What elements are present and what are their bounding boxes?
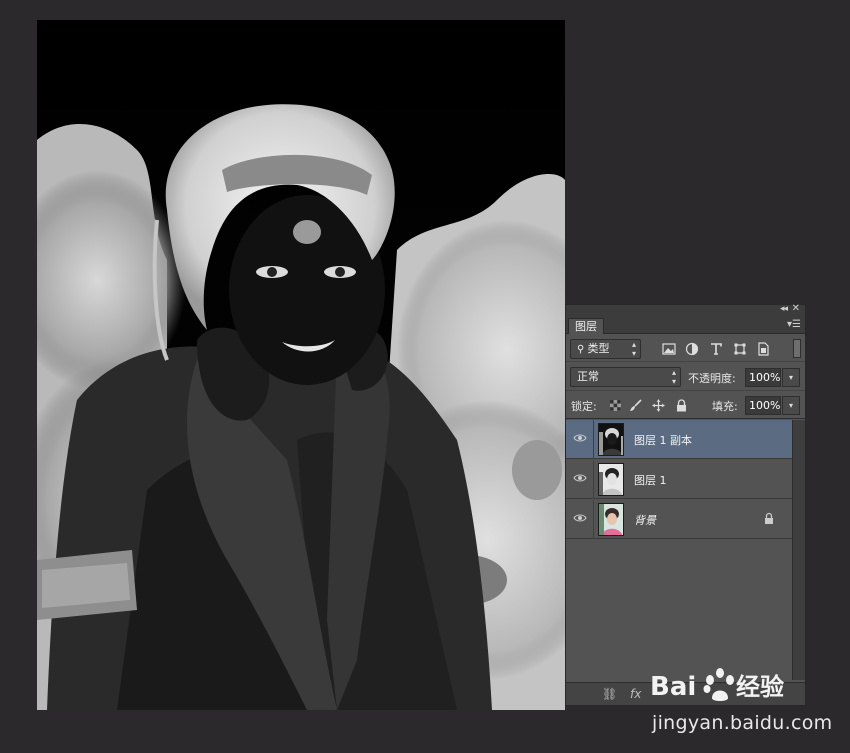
filter-kind-label: 类型 bbox=[587, 342, 610, 355]
smart-object-filter-icon[interactable] bbox=[756, 342, 770, 356]
eye-icon bbox=[573, 474, 587, 482]
search-icon: ⚲ bbox=[577, 344, 588, 355]
panel-title-bar: ◂◂ ✕ bbox=[566, 303, 805, 317]
layer-thumbnail bbox=[598, 503, 624, 536]
collapse-panel-icon[interactable]: ◂◂ bbox=[780, 304, 788, 314]
svg-text:Bai: Bai bbox=[650, 672, 696, 702]
blend-mode-value: 正常 bbox=[577, 370, 599, 383]
visibility-toggle[interactable] bbox=[566, 500, 594, 539]
baidu-jingyan-logo: Bai 经验 bbox=[650, 668, 784, 702]
close-panel-icon[interactable]: ✕ bbox=[792, 303, 800, 314]
blend-row: 正常 ▴ ▾ 不透明度: 100% ▾ bbox=[566, 363, 805, 391]
layer-thumbnail bbox=[598, 423, 624, 456]
panel-tab-bar: 图层 ▾☰ bbox=[566, 317, 805, 334]
inverted-portrait-image bbox=[37, 20, 565, 710]
panel-menu-icon[interactable]: ▾☰ bbox=[787, 319, 801, 330]
visibility-toggle[interactable] bbox=[566, 460, 594, 499]
layers-panel: ◂◂ ✕ 图层 ▾☰ ⚲ 类型 ▴ ▾ 正常 ▴ ▾ 不透明度: 100% ▾ … bbox=[565, 303, 806, 706]
pixel-layer-filter-icon[interactable] bbox=[662, 342, 676, 356]
layer-row-background[interactable]: 背景 bbox=[566, 500, 792, 539]
layer-filter-row: ⚲ 类型 ▴ ▾ bbox=[566, 336, 805, 362]
lock-position-move-icon[interactable] bbox=[652, 399, 665, 412]
fill-label: 填充: bbox=[712, 400, 738, 413]
fill-input[interactable]: 100% bbox=[745, 396, 781, 415]
layer-row-1[interactable]: 图层 1 bbox=[566, 460, 792, 499]
blend-mode-dropdown[interactable]: 正常 ▴ ▾ bbox=[570, 367, 681, 387]
layer-locked-icon bbox=[765, 512, 773, 524]
fill-dropdown-arrow-icon[interactable]: ▾ bbox=[782, 396, 800, 415]
layer-thumbnail bbox=[598, 463, 624, 496]
layer-name: 图层 1 bbox=[634, 474, 667, 487]
filter-toggle-switch[interactable] bbox=[793, 339, 801, 358]
filter-kind-dropdown[interactable]: ⚲ 类型 ▴ ▾ bbox=[570, 339, 641, 359]
opacity-dropdown-arrow-icon[interactable]: ▾ bbox=[782, 368, 800, 387]
layer-style-fx-icon[interactable]: fx bbox=[630, 687, 641, 701]
watermark-url: jingyan.baidu.com bbox=[652, 712, 833, 734]
eye-icon bbox=[573, 434, 587, 442]
lock-label: 锁定: bbox=[571, 400, 597, 413]
lock-row: 锁定: 填充: 100% ▾ bbox=[566, 392, 805, 419]
eye-icon bbox=[573, 514, 587, 522]
lock-transparent-pixels-icon[interactable] bbox=[609, 399, 622, 412]
lock-image-pixels-brush-icon[interactable] bbox=[629, 399, 642, 412]
lock-all-icon[interactable] bbox=[675, 399, 688, 412]
type-layer-filter-icon[interactable] bbox=[709, 342, 723, 356]
document-canvas[interactable] bbox=[37, 20, 565, 710]
layer-name: 背景 bbox=[634, 514, 656, 527]
tab-layers[interactable]: 图层 bbox=[568, 318, 604, 334]
layers-scrollbar[interactable] bbox=[792, 420, 805, 680]
svg-text:经验: 经验 bbox=[736, 673, 784, 701]
adjustment-layer-filter-icon[interactable] bbox=[685, 342, 699, 356]
visibility-toggle[interactable] bbox=[566, 420, 594, 459]
layers-list: 图层 1 副本 图层 1 背景 bbox=[566, 420, 792, 680]
dropdown-arrows-icon: ▴ ▾ bbox=[631, 340, 636, 358]
opacity-label: 不透明度: bbox=[688, 372, 736, 385]
opacity-input[interactable]: 100% bbox=[745, 368, 781, 387]
link-layers-icon[interactable]: ⛓ bbox=[602, 687, 617, 701]
layer-name: 图层 1 副本 bbox=[634, 434, 692, 447]
layer-row-copy[interactable]: 图层 1 副本 bbox=[566, 420, 792, 459]
dropdown-arrows-icon: ▴ ▾ bbox=[671, 368, 676, 386]
shape-layer-filter-icon[interactable] bbox=[733, 342, 747, 356]
